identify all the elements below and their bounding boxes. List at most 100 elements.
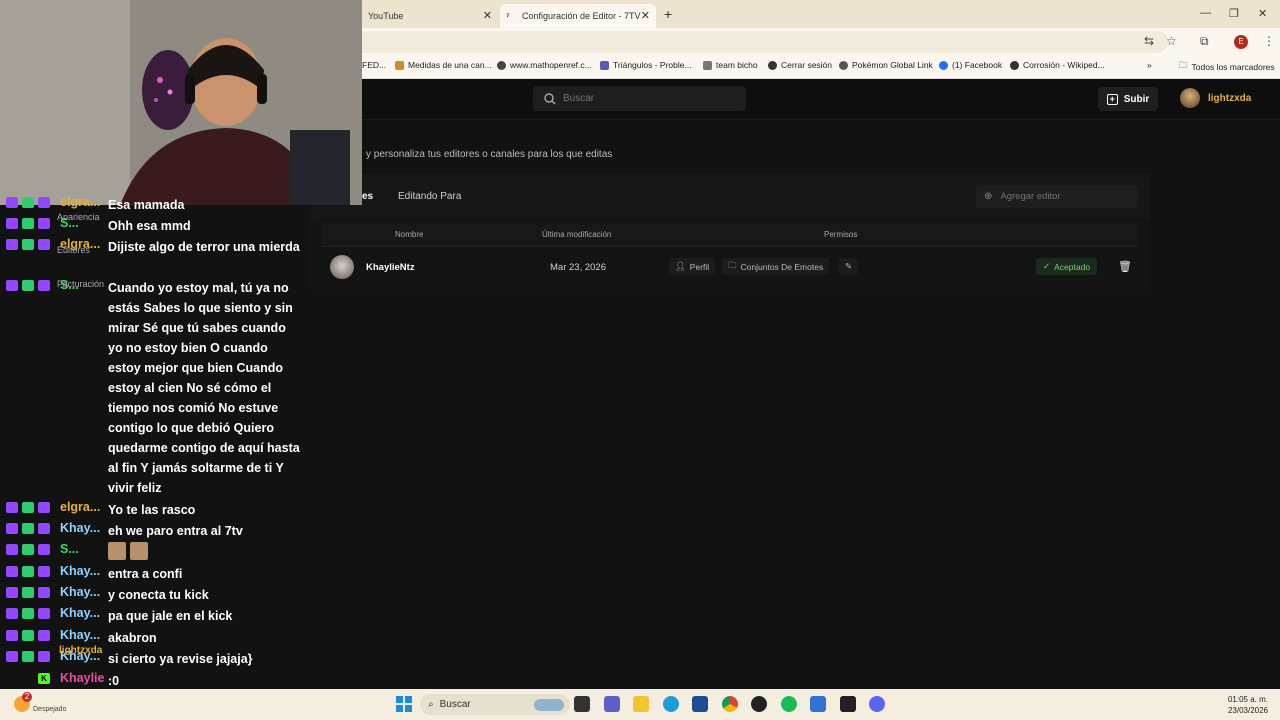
- extensions-icon[interactable]: ⧉: [1200, 34, 1209, 49]
- chat-badge-icon: [6, 218, 18, 229]
- emote-icon: [108, 542, 126, 560]
- overlay-username: lightzxda: [59, 645, 103, 656]
- chat-badge-icon: [22, 197, 34, 208]
- bookmarks-overflow-icon[interactable]: »: [1147, 60, 1152, 70]
- bookmark-favicon-icon: [395, 60, 404, 70]
- task-view-icon[interactable]: [574, 696, 590, 712]
- new-tab-icon[interactable]: +: [664, 6, 672, 22]
- bookmark-item[interactable]: Triángulos - Proble...: [600, 60, 692, 70]
- chat-badge-icon: [22, 502, 34, 513]
- bookmark-item[interactable]: Corrosión - Wikiped...: [1010, 60, 1105, 70]
- permission-label: Conjuntos De Emotes: [740, 261, 824, 272]
- close-tab-icon[interactable]: ✕: [483, 9, 492, 22]
- capcut-icon[interactable]: [840, 696, 856, 712]
- chat-text: eh we paro entra al 7tv: [108, 524, 243, 538]
- chat-username: Khay...: [60, 628, 101, 642]
- chat-badge-icon: [38, 280, 50, 291]
- add-editor-input[interactable]: [998, 190, 1123, 203]
- taskbar-search-label: Buscar: [439, 699, 471, 710]
- discord-icon[interactable]: [869, 696, 885, 712]
- tab-youtube-title: YouTube: [368, 11, 404, 21]
- editor-tabs: es Editando Para ⊕: [310, 174, 1150, 218]
- bookmark-item[interactable]: (1) Facebook: [939, 60, 1002, 70]
- column-name: Nombre: [395, 230, 424, 239]
- edit-permissions-button[interactable]: ✎: [839, 258, 859, 275]
- chat-badge-icon: [6, 544, 18, 555]
- permission-emote-sets-chip[interactable]: 🗀 Conjuntos De Emotes: [722, 258, 830, 275]
- minimize-icon[interactable]: —: [1200, 7, 1211, 19]
- all-bookmarks-folder[interactable]: 🗀 Todos los marcadores: [1179, 60, 1275, 74]
- store-icon[interactable]: [692, 696, 708, 712]
- address-bar[interactable]: [348, 31, 1168, 53]
- edge-icon[interactable]: [663, 696, 679, 712]
- search-field[interactable]: [533, 86, 746, 111]
- tab-editing-for[interactable]: Editando Para: [398, 191, 461, 202]
- chat-badge-icon: [6, 587, 18, 598]
- chat-badge-icon: [22, 239, 34, 250]
- upload-button[interactable]: + Subir: [1098, 87, 1158, 111]
- chat-text: Yo te las rasco: [108, 503, 196, 517]
- bookmark-label: Todos los marcadores: [1191, 62, 1275, 72]
- status-badge: ✓ Aceptado: [1036, 258, 1098, 275]
- bookmark-star-icon[interactable]: ☆: [1166, 34, 1177, 48]
- editor-modified-date: Mar 23, 2026: [550, 262, 606, 273]
- chat-badge-icon: [38, 587, 50, 598]
- chat-badge-icon: [22, 280, 34, 291]
- chat-overlay: elgra... Esa mamada S... Ohh esa mmd elgra..…: [0, 195, 300, 709]
- translate-icon[interactable]: ⇆: [1144, 34, 1154, 48]
- chat-badge-icon: [6, 566, 18, 577]
- bookmark-item[interactable]: Cerrar sesión: [768, 60, 832, 70]
- close-tab-icon[interactable]: ✕: [641, 9, 650, 22]
- clock-time: 01:05 a. m.: [1227, 695, 1268, 704]
- chat-badge-icon: [6, 502, 18, 513]
- teams-icon[interactable]: [604, 696, 620, 712]
- bookmark-label: Cerrar sesión: [781, 60, 833, 70]
- restore-icon[interactable]: ❐: [1229, 7, 1239, 20]
- add-editor-field[interactable]: ⊕: [976, 185, 1138, 208]
- windows-start-icon[interactable]: [396, 696, 412, 712]
- chrome-icon[interactable]: [722, 696, 738, 712]
- webcam-overlay: [0, 0, 362, 205]
- chat-badge-icon: [22, 651, 34, 662]
- status-label: Aceptado: [1054, 261, 1091, 272]
- chat-badge-icon: [38, 608, 50, 619]
- menu-dots-icon[interactable]: ⋮: [1263, 34, 1275, 48]
- spotify-icon[interactable]: [781, 696, 797, 712]
- user-menu[interactable]: lightzxda: [1180, 88, 1251, 108]
- chat-text: pa que jale en el kick: [108, 609, 233, 623]
- weather-label: Despejado: [33, 706, 67, 713]
- folder-icon: 🗀: [1179, 60, 1188, 70]
- taskbar-search[interactable]: ⌕ Buscar: [420, 694, 570, 715]
- chat-text: si cierto ya revise jajaja}: [108, 652, 253, 666]
- system-clock[interactable]: 01:05 a. m. 23/03/2026: [1210, 694, 1268, 716]
- search-icon: [544, 92, 556, 104]
- permission-profile-chip[interactable]: 👤︎ Perfil: [669, 258, 716, 275]
- chat-badge-icon: [22, 630, 34, 641]
- chat-username: Khay...: [60, 606, 101, 620]
- editor-avatar: [330, 255, 354, 279]
- close-window-icon[interactable]: ✕: [1258, 7, 1267, 20]
- editor-name[interactable]: KhaylieNtz: [366, 262, 415, 273]
- table-row: KhaylieNtz Mar 23, 2026 👤︎ Perfil 🗀 Conjun…: [322, 250, 1138, 284]
- chat-badge-icon: [22, 587, 34, 598]
- bookmark-item[interactable]: FED...: [362, 60, 386, 70]
- file-explorer-icon[interactable]: [633, 696, 649, 712]
- globe-icon: [497, 60, 506, 70]
- bookmark-item[interactable]: www.mathopenref.c...: [497, 60, 592, 70]
- table-header: Nombre Última modificación Permisos: [322, 222, 1138, 247]
- chat-badge-icon: [38, 523, 50, 534]
- profile-avatar[interactable]: E: [1234, 35, 1248, 49]
- tab-editors[interactable]: es: [362, 191, 373, 202]
- app-icon[interactable]: [810, 696, 826, 712]
- bookmark-item[interactable]: Pokémon Global Link: [839, 60, 933, 70]
- bookmark-item[interactable]: team bicho: [703, 60, 758, 70]
- tab-youtube[interactable]: YouTube ✕: [362, 4, 498, 28]
- search-input[interactable]: [561, 92, 735, 105]
- chat-badge-icon: [22, 608, 34, 619]
- obs-icon[interactable]: [751, 696, 767, 712]
- pencil-icon: ✎: [845, 261, 853, 271]
- bookmark-item[interactable]: Medidas de una can...: [395, 60, 492, 70]
- tab-7tv-editor[interactable]: ⁷ Configuración de Editor - 7TV ✕: [500, 4, 656, 28]
- chat-username: S...: [60, 542, 79, 556]
- trash-icon[interactable]: 🗑︎: [1118, 260, 1132, 273]
